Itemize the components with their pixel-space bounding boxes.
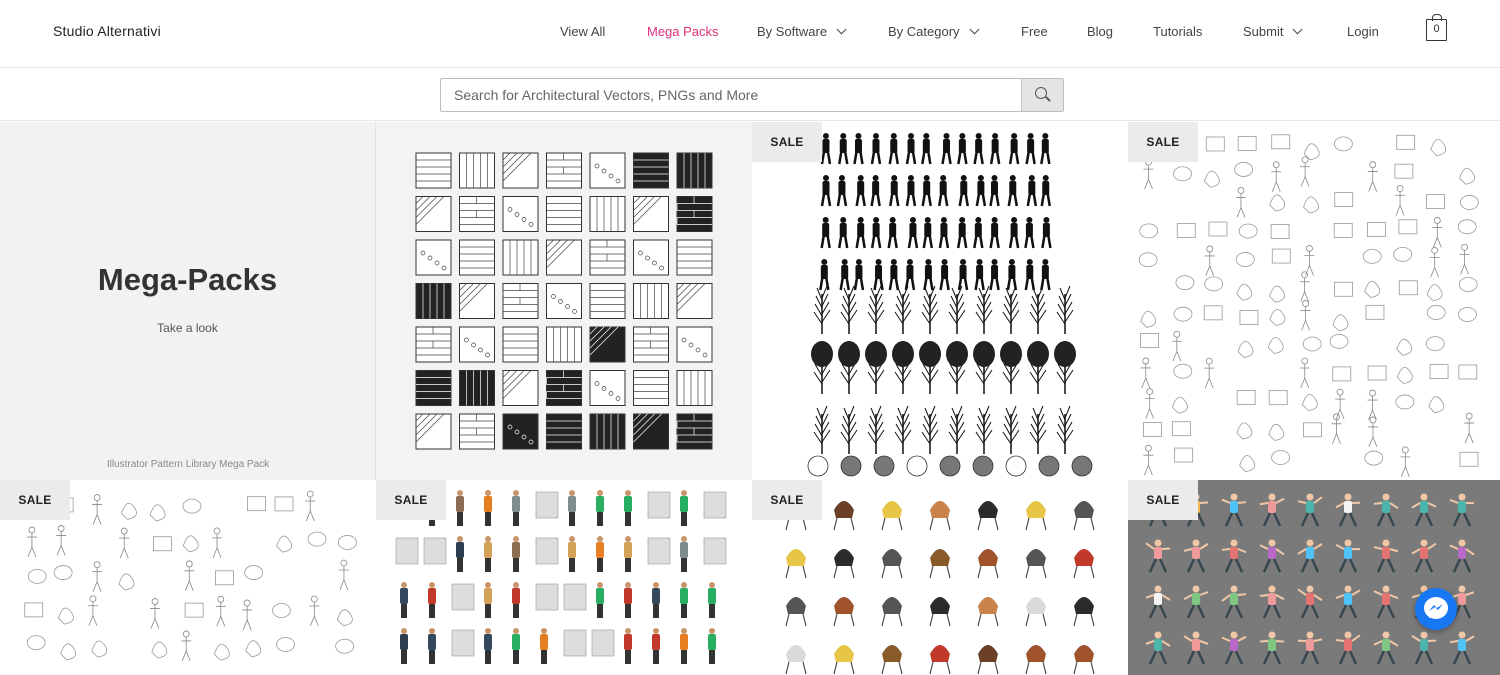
sale-badge: SALE — [1128, 480, 1198, 520]
magnifier-icon — [1035, 87, 1047, 99]
chevron-down-icon — [836, 24, 847, 35]
product-caption: Illustrator Pattern Library Mega Pack — [106, 459, 270, 470]
sale-badge: SALE — [752, 122, 822, 162]
product-line-drawings-pack[interactable]: SALE — [1128, 122, 1500, 480]
product-outline-people-pack[interactable]: SALE — [0, 480, 376, 675]
product-pattern-library[interactable] — [376, 122, 752, 480]
nav-by-category[interactable]: By Category — [888, 24, 979, 39]
nav-tutorials[interactable]: Tutorials — [1153, 24, 1202, 39]
sale-badge: SALE — [752, 480, 822, 520]
nav-label: View All — [560, 24, 606, 39]
site-header: Studio Alternativi View All Mega Packs B… — [0, 0, 1500, 68]
messenger-glyph — [1424, 597, 1448, 619]
hero-take-a-look-link[interactable]: Take a look — [0, 321, 375, 335]
nav-label: By Software — [757, 24, 828, 39]
nav-mega-packs[interactable]: Mega Packs — [647, 24, 719, 39]
nav-view-all[interactable]: View All — [560, 24, 605, 39]
shopping-bag-icon[interactable]: 0 — [1426, 14, 1447, 41]
nav-label: Submit — [1243, 24, 1284, 39]
nav-login[interactable]: Login — [1347, 24, 1379, 39]
product-furniture-pack[interactable]: SALE — [752, 480, 1128, 675]
nav-submit[interactable]: Submit — [1243, 24, 1303, 39]
nav-label: Free — [1021, 24, 1048, 39]
search-bar-row — [0, 69, 1500, 121]
sale-badge: SALE — [1128, 122, 1198, 162]
pattern-swatch-grid-image — [415, 152, 713, 450]
nav-label: Blog — [1087, 24, 1114, 39]
sale-badge: SALE — [376, 480, 446, 520]
cart-count: 0 — [1433, 23, 1440, 35]
silhouettes-image — [807, 133, 1093, 477]
chevron-down-icon — [969, 24, 979, 35]
line-drawings-image — [1138, 134, 1479, 478]
mega-packs-hero[interactable] — [0, 122, 376, 480]
nav-label: Tutorials — [1153, 24, 1203, 39]
search-form — [440, 78, 1064, 112]
search-button[interactable] — [1021, 79, 1063, 111]
search-input[interactable] — [441, 79, 1021, 111]
nav-free[interactable]: Free — [1021, 24, 1048, 39]
nav-label: By Category — [888, 24, 960, 39]
product-airport-people-pack[interactable]: SALE — [376, 480, 752, 675]
nav-label: Login — [1347, 24, 1379, 39]
hero-title: Mega-Packs — [97, 262, 278, 297]
messenger-chat-icon[interactable] — [1415, 588, 1457, 630]
sale-badge: SALE — [0, 480, 70, 520]
nav-label: Mega Packs — [647, 24, 719, 39]
product-fitness-people-pack[interactable]: SALE — [1128, 480, 1500, 675]
product-silhouettes-pack[interactable]: SALE — [752, 122, 1128, 480]
chevron-down-icon — [1293, 24, 1303, 35]
nav-blog[interactable]: Blog — [1087, 24, 1113, 39]
main-nav: View All Mega Packs By Software By Categ… — [0, 24, 1500, 44]
nav-by-software[interactable]: By Software — [757, 24, 847, 39]
